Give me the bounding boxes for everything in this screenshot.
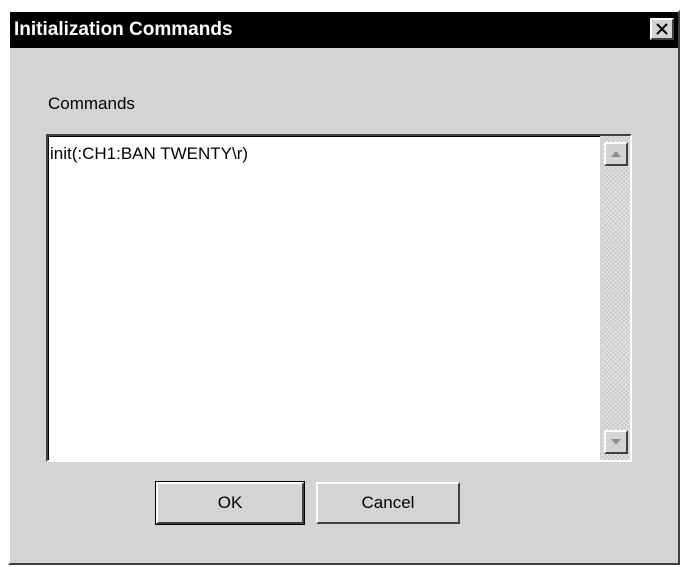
dialog-title: Initialization Commands: [14, 19, 233, 40]
commands-label: Commands: [48, 94, 135, 113]
scroll-down-button[interactable]: [604, 430, 628, 454]
scroll-up-arrow-icon: [611, 151, 621, 157]
vertical-scrollbar[interactable]: [600, 136, 630, 460]
initialization-commands-dialog: Initialization Commands Commands init(:C…: [8, 10, 680, 565]
scroll-up-button[interactable]: [604, 142, 628, 166]
close-icon: [656, 23, 668, 35]
cancel-button[interactable]: Cancel: [316, 482, 460, 524]
close-button[interactable]: [650, 18, 674, 40]
scroll-down-arrow-icon: [611, 439, 621, 445]
commands-text[interactable]: init(:CH1:BAN TWENTY\r): [50, 144, 248, 164]
commands-textarea[interactable]: init(:CH1:BAN TWENTY\r): [46, 134, 632, 462]
title-bar[interactable]: Initialization Commands: [10, 12, 678, 48]
ok-button[interactable]: OK: [155, 481, 305, 525]
